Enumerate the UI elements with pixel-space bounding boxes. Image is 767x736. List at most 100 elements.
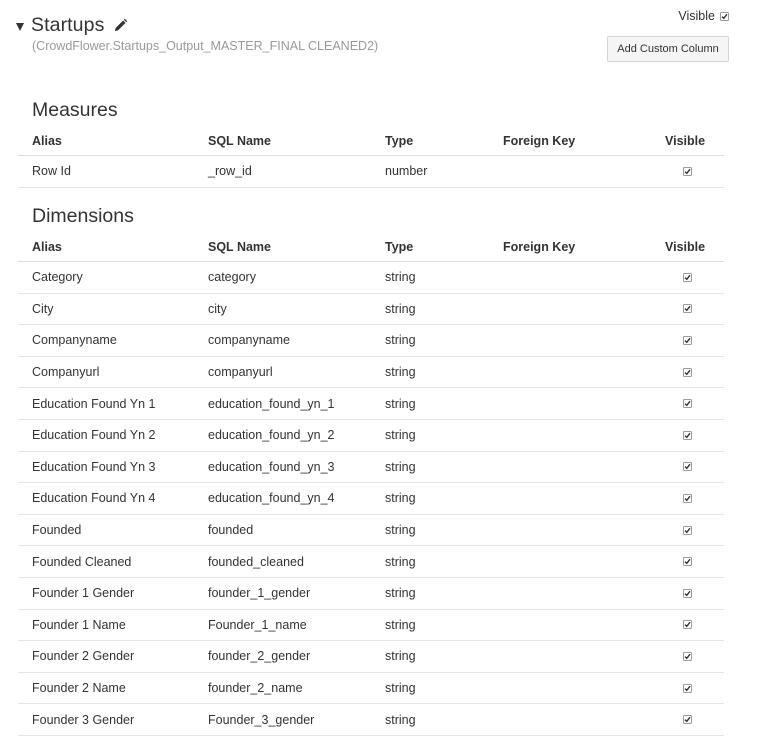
checkmark-icon (684, 590, 691, 597)
field-visible (683, 641, 692, 672)
table-title: Startups (31, 13, 105, 36)
table-row: Education Found Yn 2 education_found_yn_2… (18, 420, 724, 452)
field-type: string (385, 681, 416, 696)
field-sql-name: education_found_yn_2 (208, 428, 335, 443)
field-type: string (385, 270, 416, 285)
field-type: string (385, 459, 416, 474)
visible-checkbox[interactable] (683, 430, 692, 440)
checkmark-icon (721, 13, 728, 19)
visible-checkbox[interactable] (683, 620, 692, 630)
visible-checkbox[interactable] (683, 462, 692, 472)
checkmark-icon (684, 400, 691, 407)
visible-checkbox[interactable] (683, 557, 692, 567)
table-row: Category category string (18, 262, 724, 294)
measures-title: Measures (32, 99, 118, 121)
field-type: string (385, 365, 416, 380)
field-visible (683, 156, 692, 187)
field-visible (683, 262, 692, 293)
column-header-type: Type (385, 239, 414, 254)
field-type: string (385, 396, 416, 411)
column-header-foreign-key: Foreign Key (503, 239, 576, 254)
field-type: string (385, 649, 416, 664)
visible-checkbox[interactable] (683, 304, 692, 314)
pencil-icon[interactable] (113, 18, 128, 33)
table-row: Founder 2 Name founder_2_name string (18, 673, 724, 705)
table-row: Founded Cleaned founded_cleaned string (18, 546, 724, 578)
table-row: Education Found Yn 4 education_found_yn_4… (18, 483, 724, 515)
checkmark-icon (684, 464, 691, 470)
field-alias: Founder 3 Gender (32, 712, 135, 727)
field-visible (683, 388, 692, 419)
table-visible-checkbox[interactable] (720, 11, 729, 21)
column-header-foreign-key: Foreign Key (503, 133, 576, 148)
field-visible (683, 578, 692, 609)
checkmark-icon (684, 306, 691, 312)
field-type: string (385, 523, 416, 538)
field-sql-name: Founder_3_gender (208, 712, 315, 727)
field-alias: Education Found Yn 1 (32, 396, 156, 411)
measures-table: Alias SQL Name Type Foreign Key Visible … (18, 126, 724, 188)
column-header-visible: Visible (665, 239, 706, 254)
table-header: Startups (16, 10, 128, 40)
checkmark-icon (684, 495, 691, 502)
checkmark-icon (684, 622, 691, 628)
field-alias: Founder 2 Gender (32, 649, 135, 664)
visible-checkbox[interactable] (683, 399, 692, 409)
column-header-alias: Alias (32, 133, 62, 148)
table-row: Education Found Yn 1 education_found_yn_1… (18, 388, 724, 420)
visible-checkbox[interactable] (683, 335, 692, 345)
add-custom-column-button[interactable]: Add Custom Column (607, 36, 729, 62)
visible-checkbox[interactable] (683, 588, 692, 598)
table-row: Founder 2 Gender founder_2_gender string (18, 641, 724, 673)
visible-checkbox[interactable] (683, 367, 692, 377)
visible-checkbox[interactable] (683, 683, 692, 693)
visible-checkbox[interactable] (683, 651, 692, 661)
field-alias: Founder 1 Name (32, 617, 126, 632)
checkmark-icon (684, 168, 691, 175)
table-row: Founder 3 Gender Founder_3_gender string (18, 704, 724, 736)
field-alias: Companyname (32, 333, 117, 348)
field-sql-name: founder_2_gender (208, 649, 311, 664)
field-visible (683, 515, 692, 546)
table-header-row: Alias SQL Name Type Foreign Key Visible (18, 126, 724, 156)
field-sql-name: companyname (208, 333, 290, 348)
field-alias: Education Found Yn 2 (32, 428, 156, 443)
field-visible (683, 546, 692, 577)
field-type: string (385, 712, 416, 727)
visible-checkbox[interactable] (683, 166, 692, 176)
field-sql-name: founder_1_gender (208, 586, 311, 601)
field-alias: Row Id (32, 164, 71, 179)
field-sql-name: founder_2_name (208, 681, 303, 696)
field-alias: Companyurl (32, 365, 100, 380)
field-alias: Education Found Yn 3 (32, 459, 156, 474)
field-alias: Founder 2 Name (32, 681, 126, 696)
table-row: Founder 1 Name Founder_1_name string (18, 610, 724, 642)
table-row: Row Id _row_id number (18, 156, 724, 188)
checkmark-icon (684, 685, 691, 691)
table-row: Companyurl companyurl string (18, 357, 724, 389)
visible-label: Visible (678, 9, 715, 23)
visible-checkbox[interactable] (683, 525, 692, 535)
checkmark-icon (684, 716, 691, 723)
field-sql-name: category (208, 270, 256, 285)
field-alias: Founded Cleaned (32, 554, 132, 569)
column-header-type: Type (385, 133, 414, 148)
visible-checkbox[interactable] (683, 493, 692, 503)
field-sql-name: city (208, 301, 227, 316)
checkmark-icon (684, 558, 691, 565)
field-type: string (385, 301, 416, 316)
table-row: Education Found Yn 3 education_found_yn_3… (18, 452, 724, 484)
checkmark-icon (684, 369, 691, 375)
field-visible (683, 673, 692, 704)
table-source: (CrowdFlower.Startups_Output_MASTER_FINA… (32, 39, 379, 53)
table-row: Founder 1 Gender founder_1_gender string (18, 578, 724, 610)
caret-down-icon[interactable] (16, 22, 24, 31)
checkmark-icon (684, 432, 691, 439)
checkmark-icon (684, 274, 691, 281)
dimensions-table: Alias SQL Name Type Foreign Key Visible … (18, 232, 724, 736)
visible-checkbox[interactable] (683, 272, 692, 282)
checkmark-icon (684, 653, 691, 660)
field-alias: Category (32, 270, 83, 285)
field-type: number (385, 164, 428, 179)
field-visible (683, 325, 692, 356)
